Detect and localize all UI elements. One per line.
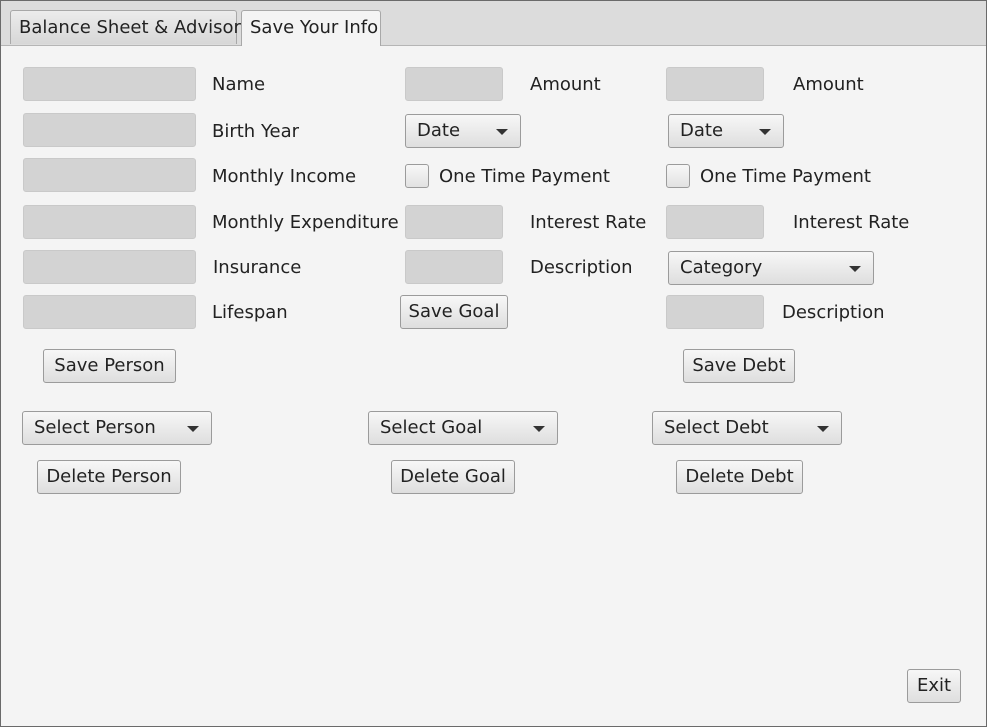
goal-interest-rate-input[interactable] [405, 205, 503, 239]
tab-bar: Balance Sheet & Advisor Save Your Info [1, 1, 986, 46]
goal-interest-rate-label: Interest Rate [530, 212, 647, 233]
monthly-income-label: Monthly Income [212, 166, 357, 187]
app-window: Balance Sheet & Advisor Save Your Info N… [0, 0, 987, 727]
debt-one-time-checkbox[interactable] [666, 164, 690, 188]
chevron-down-icon [759, 129, 771, 135]
select-person-value: Select Person [34, 417, 156, 438]
goal-date-value: Date [417, 120, 461, 141]
debt-interest-rate-label: Interest Rate [793, 212, 910, 233]
goal-amount-input[interactable] [405, 67, 503, 101]
save-person-button[interactable]: Save Person [43, 349, 176, 383]
monthly-income-input[interactable] [23, 158, 196, 192]
goal-amount-label: Amount [530, 74, 601, 95]
birth-year-input[interactable] [23, 113, 196, 147]
debt-amount-input[interactable] [666, 67, 764, 101]
chevron-down-icon [533, 426, 545, 432]
goal-one-time-checkbox[interactable] [405, 164, 429, 188]
goal-one-time-label: One Time Payment [439, 166, 610, 187]
goal-date-dropdown[interactable]: Date [405, 114, 521, 148]
delete-goal-button[interactable]: Delete Goal [391, 460, 515, 494]
monthly-expenditure-label: Monthly Expenditure [212, 212, 399, 233]
delete-person-button[interactable]: Delete Person [37, 460, 181, 494]
chevron-down-icon [187, 426, 199, 432]
tab-save-your-info[interactable]: Save Your Info [241, 10, 381, 46]
select-goal-dropdown[interactable]: Select Goal [368, 411, 558, 445]
debt-category-dropdown[interactable]: Category [668, 251, 874, 285]
exit-button[interactable]: Exit [907, 669, 961, 703]
insurance-input[interactable] [23, 250, 196, 284]
tab-balance-sheet-advisor[interactable]: Balance Sheet & Advisor [10, 10, 241, 44]
chevron-down-icon [496, 129, 508, 135]
save-debt-button[interactable]: Save Debt [683, 349, 795, 383]
delete-debt-button[interactable]: Delete Debt [676, 460, 803, 494]
lifespan-label: Lifespan [212, 302, 288, 323]
monthly-expenditure-input[interactable] [23, 205, 196, 239]
select-debt-value: Select Debt [664, 417, 769, 438]
select-debt-dropdown[interactable]: Select Debt [652, 411, 842, 445]
select-person-dropdown[interactable]: Select Person [22, 411, 212, 445]
goal-description-input[interactable] [405, 250, 503, 284]
chevron-down-icon [849, 266, 861, 272]
debt-category-value: Category [680, 257, 763, 278]
debt-one-time-label: One Time Payment [700, 166, 871, 187]
insurance-label: Insurance [213, 257, 302, 278]
birth-year-label: Birth Year [212, 121, 300, 142]
save-goal-button[interactable]: Save Goal [400, 295, 508, 329]
select-goal-value: Select Goal [380, 417, 483, 438]
debt-description-input[interactable] [666, 295, 764, 329]
chevron-down-icon [817, 426, 829, 432]
debt-amount-label: Amount [793, 74, 864, 95]
debt-description-label: Description [782, 302, 885, 323]
debt-date-dropdown[interactable]: Date [668, 114, 784, 148]
debt-date-value: Date [680, 120, 724, 141]
lifespan-input[interactable] [23, 295, 196, 329]
name-label: Name [212, 74, 266, 95]
name-input[interactable] [23, 67, 196, 101]
debt-interest-rate-input[interactable] [666, 205, 764, 239]
goal-description-label: Description [530, 257, 633, 278]
